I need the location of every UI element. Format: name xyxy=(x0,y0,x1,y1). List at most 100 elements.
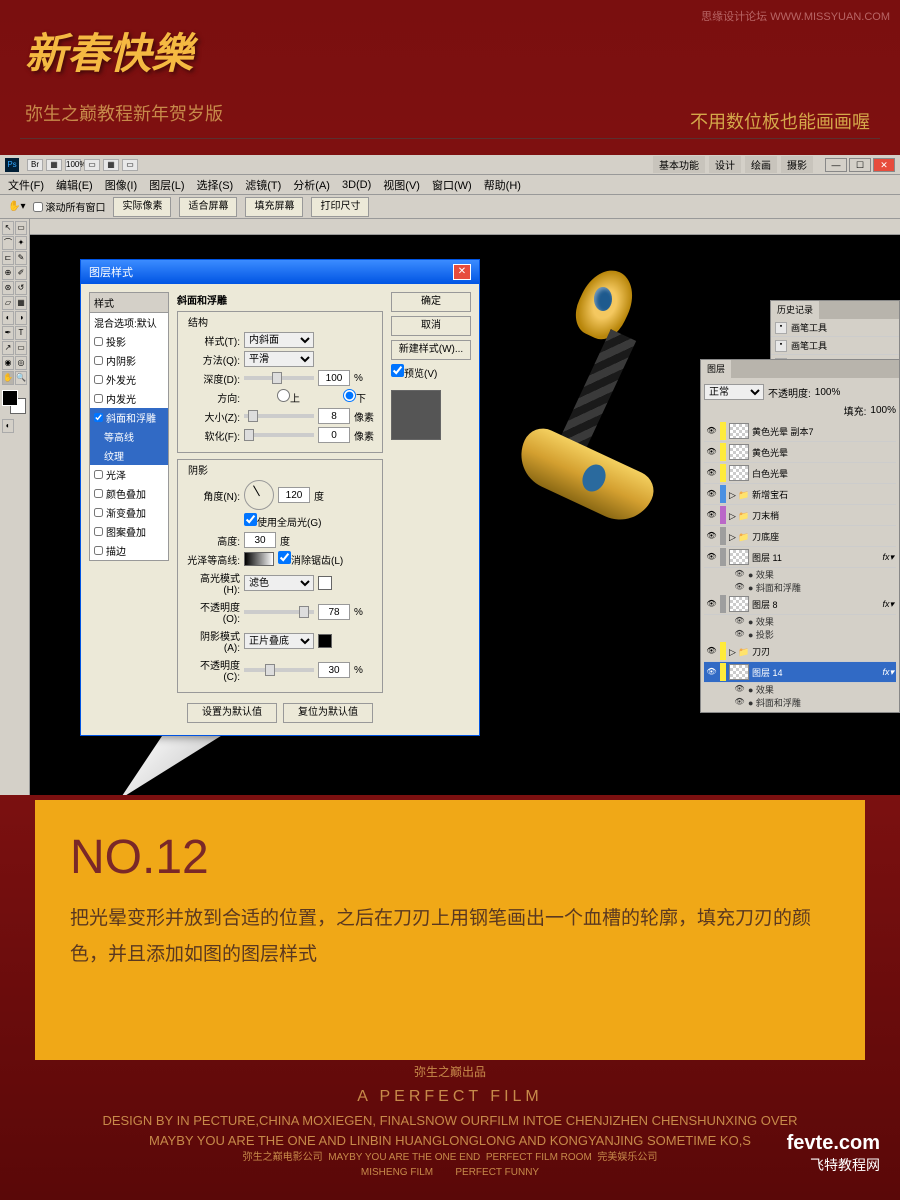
style-item[interactable]: 投影 xyxy=(90,332,168,351)
3d-tool-icon[interactable]: ◉ xyxy=(2,356,14,370)
zoom-tool-icon[interactable]: 🔍 xyxy=(15,371,27,385)
workspace-tab[interactable]: 绘画 xyxy=(745,156,777,173)
style-item[interactable]: 斜面和浮雕 xyxy=(90,408,168,427)
fit-screen-button[interactable]: 适合屏幕 xyxy=(179,197,237,217)
eraser-tool-icon[interactable]: ▱ xyxy=(2,296,14,310)
heal-tool-icon[interactable]: ⊕ xyxy=(2,266,14,280)
layer-row[interactable]: 👁白色光晕 xyxy=(704,463,896,484)
style-item[interactable]: 光泽 xyxy=(90,465,168,484)
dir-down-radio[interactable]: 下 xyxy=(310,389,366,405)
shadow-color[interactable] xyxy=(318,634,332,648)
layer-group-row[interactable]: 👁▷ 📁 刀末梢 xyxy=(704,505,896,526)
history-item[interactable]: ▪画笔工具 xyxy=(771,337,899,355)
layer-row[interactable]: 👁黄色光晕 副本7 xyxy=(704,421,896,442)
fx-row[interactable]: 👁● 斜面和浮雕 xyxy=(704,696,896,709)
print-size-button[interactable]: 打印尺寸 xyxy=(311,197,369,217)
menu-3d[interactable]: 3D(D) xyxy=(342,179,371,191)
layer-row[interactable]: 👁黄色光晕 xyxy=(704,442,896,463)
fx-row[interactable]: 👁● 效果 xyxy=(704,568,896,581)
size-input[interactable] xyxy=(318,408,350,424)
highlight-color[interactable] xyxy=(318,576,332,590)
style-item[interactable]: 纹理 xyxy=(90,446,168,465)
angle-dial[interactable] xyxy=(244,480,274,510)
lasso-tool-icon[interactable]: ⌒ xyxy=(2,236,14,250)
wand-tool-icon[interactable]: ✦ xyxy=(15,236,27,250)
soften-input[interactable] xyxy=(318,427,350,443)
shape-tool-icon[interactable]: ▭ xyxy=(15,341,27,355)
fx-row[interactable]: 👁● 投影 xyxy=(704,628,896,641)
style-item[interactable]: 外发光 xyxy=(90,370,168,389)
layer-row[interactable]: 👁图层 14fx▾ xyxy=(704,662,896,683)
style-item[interactable]: 描边 xyxy=(90,541,168,560)
fx-row[interactable]: 👁● 斜面和浮雕 xyxy=(704,581,896,594)
pen-tool-icon[interactable]: ✒ xyxy=(2,326,14,340)
highlight-mode-select[interactable]: 滤色 xyxy=(244,575,314,591)
layer-group-row[interactable]: 👁▷ 📁 刀刃 xyxy=(704,641,896,662)
style-select[interactable]: 内斜面 xyxy=(244,332,314,348)
dir-up-radio[interactable]: 上 xyxy=(244,389,300,405)
crop-tool-icon[interactable]: ⊏ xyxy=(2,251,14,265)
opacity-value[interactable]: 100% xyxy=(815,387,841,398)
technique-select[interactable]: 平滑 xyxy=(244,351,314,367)
screen-icon[interactable]: ▭ xyxy=(122,159,138,171)
workspace-tab[interactable]: 设计 xyxy=(709,156,741,173)
close-button[interactable]: ✕ xyxy=(873,158,895,172)
marquee-tool-icon[interactable]: ▭ xyxy=(15,221,27,235)
layers-tab[interactable]: 图层 xyxy=(701,360,731,378)
layer-row[interactable]: 👁图层 11fx▾ xyxy=(704,547,896,568)
layer-row[interactable]: 👁图层 8fx▾ xyxy=(704,594,896,615)
minimize-button[interactable]: — xyxy=(825,158,847,172)
menu-layer[interactable]: 图层(L) xyxy=(149,177,184,193)
zoom-dropdown[interactable]: 100% xyxy=(65,159,81,171)
dialog-close-button[interactable]: ✕ xyxy=(453,264,471,280)
stamp-tool-icon[interactable]: ⊛ xyxy=(2,281,14,295)
brush-tool-icon[interactable]: ✐ xyxy=(15,266,27,280)
history-brush-icon[interactable]: ↺ xyxy=(15,281,27,295)
blend-options-item[interactable]: 混合选项:默认 xyxy=(90,313,168,332)
style-item[interactable]: 图案叠加 xyxy=(90,522,168,541)
shadow-opacity-input[interactable] xyxy=(318,662,350,678)
menu-window[interactable]: 窗口(W) xyxy=(432,177,472,193)
menu-edit[interactable]: 编辑(E) xyxy=(56,177,93,193)
antialias-checkbox[interactable]: 消除锯齿(L) xyxy=(278,551,343,567)
ok-button[interactable]: 确定 xyxy=(391,292,471,312)
altitude-input[interactable] xyxy=(244,532,276,548)
gloss-contour[interactable] xyxy=(244,552,274,566)
menu-image[interactable]: 图像(I) xyxy=(105,177,137,193)
global-light-checkbox[interactable]: 使用全局光(G) xyxy=(244,513,321,529)
fill-screen-button[interactable]: 填充屏幕 xyxy=(245,197,303,217)
style-item[interactable]: 颜色叠加 xyxy=(90,484,168,503)
menu-view[interactable]: 视图(V) xyxy=(383,177,420,193)
fx-row[interactable]: 👁● 效果 xyxy=(704,615,896,628)
actual-pixels-button[interactable]: 实际像素 xyxy=(113,197,171,217)
style-item[interactable]: 内发光 xyxy=(90,389,168,408)
layer-group-row[interactable]: 👁▷ 📁 新增宝石 xyxy=(704,484,896,505)
shadow-mode-select[interactable]: 正片叠底 xyxy=(244,633,314,649)
menu-select[interactable]: 选择(S) xyxy=(197,177,234,193)
highlight-opacity-input[interactable] xyxy=(318,604,350,620)
menu-help[interactable]: 帮助(H) xyxy=(484,177,521,193)
preview-checkbox[interactable]: 预览(V) xyxy=(391,364,471,380)
workspace-tab[interactable]: 基本功能 xyxy=(653,156,705,173)
menu-filter[interactable]: 滤镜(T) xyxy=(245,177,281,193)
color-swatch[interactable] xyxy=(2,390,26,414)
history-tab[interactable]: 历史记录 xyxy=(771,301,819,319)
shadow-opacity-slider[interactable] xyxy=(244,668,314,672)
cancel-button[interactable]: 取消 xyxy=(391,316,471,336)
style-item[interactable]: 内阴影 xyxy=(90,351,168,370)
menu-analysis[interactable]: 分析(A) xyxy=(293,177,330,193)
mb-icon[interactable]: ▦ xyxy=(46,159,62,171)
blend-mode-select[interactable]: 正常 xyxy=(704,384,764,400)
view-icon[interactable]: ▭ xyxy=(84,159,100,171)
highlight-opacity-slider[interactable] xyxy=(244,610,314,614)
dialog-titlebar[interactable]: 图层样式 ✕ xyxy=(81,260,479,284)
maximize-button[interactable]: ☐ xyxy=(849,158,871,172)
arrange-icon[interactable]: ▦ xyxy=(103,159,119,171)
depth-input[interactable] xyxy=(318,370,350,386)
fx-row[interactable]: 👁● 效果 xyxy=(704,683,896,696)
menu-file[interactable]: 文件(F) xyxy=(8,177,44,193)
blur-tool-icon[interactable]: ◐ xyxy=(2,311,14,325)
workspace-tab[interactable]: 摄影 xyxy=(781,156,813,173)
soften-slider[interactable] xyxy=(244,433,314,437)
hand-tool-icon[interactable]: ✋ xyxy=(2,371,14,385)
